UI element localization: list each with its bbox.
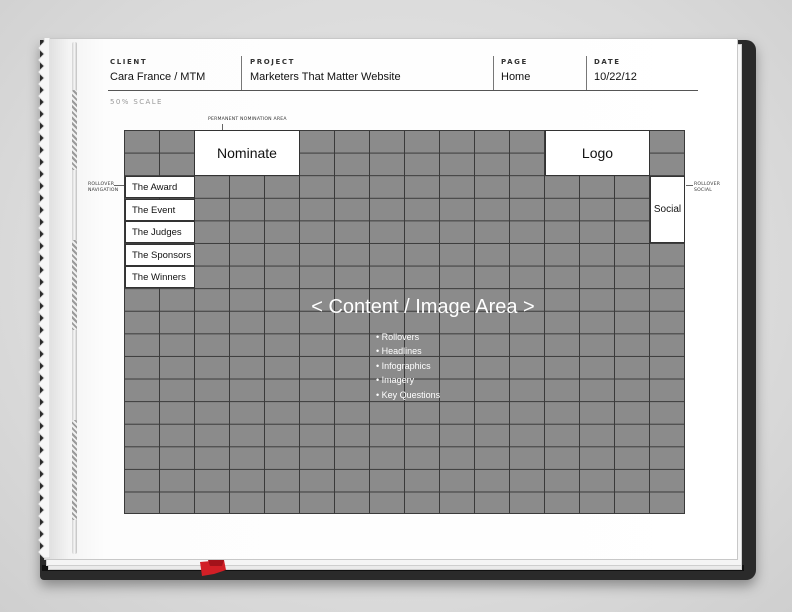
social-box[interactable]: Social xyxy=(650,176,685,243)
nav-item-the-winners[interactable]: The Winners xyxy=(125,266,195,288)
scale-note: 50% SCALE xyxy=(110,98,163,106)
date-value: 10/22/12 xyxy=(594,71,637,83)
client-value: Cara France / MTM xyxy=(110,71,206,83)
project-field: PROJECT Marketers That Matter Website xyxy=(250,58,401,83)
content-area-title: < Content / Image Area > xyxy=(311,296,535,318)
annotation-leader xyxy=(114,185,124,186)
nav-item-the-sponsors[interactable]: The Sponsors xyxy=(125,244,195,266)
binding-twist xyxy=(72,90,77,170)
header-divider xyxy=(493,56,494,90)
rollover-social-annotation: ROLLOVER SOCIAL xyxy=(694,182,720,194)
binding-twist xyxy=(72,240,77,330)
torn-page-edge xyxy=(37,38,50,558)
nominate-button[interactable]: Nominate xyxy=(194,130,300,176)
bullet-text: Infographics xyxy=(381,360,431,371)
header-divider xyxy=(586,56,587,90)
project-value: Marketers That Matter Website xyxy=(250,71,401,83)
bullet-text: Headlines xyxy=(381,346,422,357)
page-label: PAGE xyxy=(501,58,528,66)
client-label: CLIENT xyxy=(110,58,148,66)
annotation-leader xyxy=(686,185,693,186)
nav-item-the-event[interactable]: The Event xyxy=(125,199,195,221)
project-label: PROJECT xyxy=(250,58,295,66)
rollover-navigation-annotation: ROLLOVER NAVIGATION xyxy=(88,182,118,194)
date-field: DATE 10/22/12 xyxy=(594,58,637,83)
wireframe-grid xyxy=(124,130,685,514)
bullet-text: Rollovers xyxy=(381,332,420,342)
list-item: • Key Questions xyxy=(376,389,441,400)
list-item: • Infographics xyxy=(376,360,431,371)
list-item: • Rollovers xyxy=(376,332,420,342)
list-item: • Headlines xyxy=(376,346,422,357)
binding-twist xyxy=(72,420,77,520)
header-rule xyxy=(108,90,698,91)
annotation-line: SOCIAL xyxy=(694,188,712,193)
bullet-text: Key Questions xyxy=(381,389,441,400)
page-field: PAGE Home xyxy=(501,58,530,83)
bullet-text: Imagery xyxy=(381,375,415,386)
client-field: CLIENT Cara France / MTM xyxy=(110,58,205,83)
header-divider xyxy=(241,56,242,90)
content-bullet-list: • Rollovers • Headlines • Infographics •… xyxy=(376,330,440,402)
list-item: • Imagery xyxy=(376,375,415,386)
permanent-nomination-annotation: PERMANENT NOMINATION AREA xyxy=(208,117,287,122)
date-label: DATE xyxy=(594,58,621,66)
page-value: Home xyxy=(501,71,531,83)
bookmark-ribbon xyxy=(200,560,226,576)
nav-item-the-award[interactable]: The Award xyxy=(125,176,195,198)
logo-box[interactable]: Logo xyxy=(545,130,650,176)
annotation-line: NAVIGATION xyxy=(88,188,119,193)
nav-item-the-judges[interactable]: The Judges xyxy=(125,221,195,243)
